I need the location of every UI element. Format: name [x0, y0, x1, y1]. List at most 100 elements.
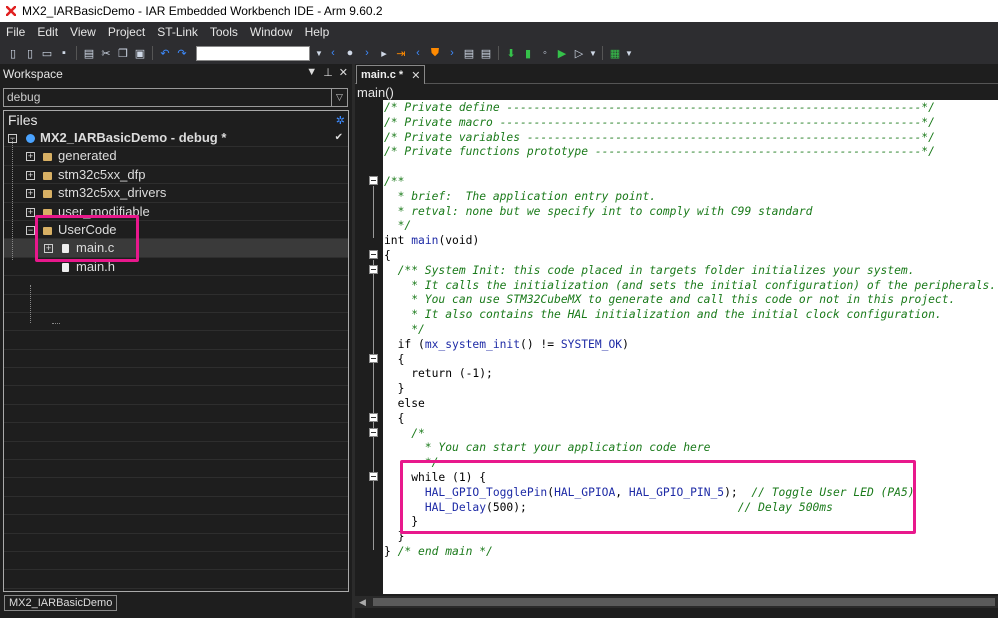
toolbar-overflow-icon[interactable]: ▼ [589, 46, 597, 60]
combo-dropdown-icon[interactable]: ▼ [315, 46, 323, 60]
code-editor[interactable]: /* Private define ----------------------… [355, 100, 998, 594]
undo-icon[interactable]: ↶ [158, 46, 172, 60]
tab-main-c[interactable]: main.c * ✕ [356, 65, 426, 84]
code-line[interactable]: } [384, 515, 998, 530]
code-line[interactable]: * brief: The application entry point. [384, 190, 998, 205]
copy-icon[interactable]: ❐ [116, 46, 130, 60]
code-line[interactable]: */ [384, 456, 998, 471]
code-line[interactable]: * It also contains the HAL initializatio… [384, 308, 998, 323]
horizontal-scrollbar[interactable]: ◀ [355, 596, 998, 608]
code-text[interactable]: /* Private define ----------------------… [384, 101, 998, 560]
code-line[interactable]: { [384, 412, 998, 427]
code-line[interactable]: } [384, 530, 998, 545]
code-line[interactable]: /* Private define ----------------------… [384, 101, 998, 116]
fold-toggle-icon[interactable] [369, 472, 378, 481]
cut-icon[interactable]: ✂ [99, 46, 113, 60]
code-line[interactable]: * retval: none but we specify int to com… [384, 205, 998, 220]
menu-st-link[interactable]: ST-Link [151, 22, 204, 42]
gear-icon[interactable]: ✲ [336, 112, 345, 130]
open-icon[interactable]: ▭ [40, 46, 54, 60]
tree-item-main-c[interactable]: + main.c [4, 239, 348, 258]
navigate-forward-2-icon[interactable]: › [445, 46, 459, 60]
fold-toggle-icon[interactable] [369, 428, 378, 437]
tree-item-usercode[interactable]: − UserCode [4, 221, 348, 240]
code-line[interactable]: /* [384, 427, 998, 442]
redo-icon[interactable]: ↷ [175, 46, 189, 60]
scroll-left-icon[interactable]: ◀ [359, 596, 366, 608]
tree-item-generated[interactable]: + generated [4, 147, 348, 166]
toolbar-overflow-2-icon[interactable]: ▼ [625, 46, 633, 60]
navigate-forward-icon[interactable]: › [360, 46, 374, 60]
code-line[interactable]: HAL_Delay(500); // Delay 500ms [384, 501, 998, 516]
code-line[interactable]: { [384, 353, 998, 368]
go-to-icon[interactable]: ⇥ [394, 46, 408, 60]
menu-tools[interactable]: Tools [204, 22, 244, 42]
download-debug-icon[interactable]: ▶ [555, 46, 569, 60]
code-line[interactable]: * It calls the initialization (and sets … [384, 279, 998, 294]
code-line[interactable]: /** System Init: this code placed in tar… [384, 264, 998, 279]
code-line[interactable]: /** [384, 175, 998, 190]
code-line[interactable]: return (-1); [384, 367, 998, 382]
find-in-files-icon[interactable]: ▸ [377, 46, 391, 60]
code-line[interactable]: HAL_GPIO_TogglePin(HAL_GPIOA, HAL_GPIO_P… [384, 486, 998, 501]
tree-item-stm32c5xx-drivers[interactable]: + stm32c5xx_drivers [4, 184, 348, 203]
expand-icon[interactable]: + [26, 170, 35, 180]
debug-without-download-icon[interactable]: ▷ [572, 46, 586, 60]
pin-icon[interactable]: ⊥ [323, 66, 333, 79]
collapse-icon[interactable]: − [26, 225, 35, 235]
menu-project[interactable]: Project [102, 22, 151, 42]
expand-icon[interactable]: + [26, 207, 35, 217]
code-line[interactable]: */ [384, 323, 998, 338]
scrollbar-thumb[interactable] [373, 598, 995, 606]
compile-icon[interactable]: ▤ [462, 46, 476, 60]
code-line[interactable]: } /* end main */ [384, 545, 998, 560]
tree-item-user-modifiable[interactable]: + user_modifiable [4, 203, 348, 221]
save-icon[interactable]: ▪ [57, 46, 71, 60]
chevron-down-icon[interactable]: ▽ [331, 89, 347, 106]
menu-view[interactable]: View [64, 22, 102, 42]
expand-icon[interactable]: + [44, 244, 53, 254]
code-line[interactable]: if (mx_system_init() != SYSTEM_OK) [384, 338, 998, 353]
stop-build-icon[interactable]: ▮ [521, 46, 535, 60]
expand-icon[interactable]: + [26, 189, 35, 199]
close-icon[interactable]: ✕ [339, 66, 348, 79]
download-icon[interactable]: ⬇ [504, 46, 518, 60]
code-line[interactable]: else [384, 397, 998, 412]
panel-menu-icon[interactable]: ▼ [306, 66, 317, 79]
paste-icon[interactable]: ▣ [133, 46, 147, 60]
menu-window[interactable]: Window [244, 22, 299, 42]
code-line[interactable]: int main(void) [384, 234, 998, 249]
code-line[interactable]: * You can use STM32CubeMX to generate an… [384, 293, 998, 308]
code-line[interactable]: /* Private variables -------------------… [384, 131, 998, 146]
menu-file[interactable]: File [0, 22, 31, 42]
tree-item-stm32c5xx-dfp[interactable]: + stm32c5xx_dfp [4, 166, 348, 185]
fold-toggle-icon[interactable] [369, 265, 378, 274]
menu-edit[interactable]: Edit [31, 22, 64, 42]
editor-gutter[interactable] [355, 100, 383, 594]
configuration-select[interactable]: debug ▽ [3, 88, 348, 107]
print-icon[interactable]: ▤ [82, 46, 96, 60]
fold-toggle-icon[interactable] [369, 176, 378, 185]
function-navigator[interactable]: main() [355, 85, 998, 100]
code-line[interactable] [384, 160, 998, 175]
tree-item-project[interactable]: − MX2_IARBasicDemo - debug * ✔ [4, 129, 348, 148]
tree-item-main-h[interactable]: main.h [4, 258, 348, 277]
fold-toggle-icon[interactable] [369, 354, 378, 363]
code-line[interactable]: */ [384, 219, 998, 234]
new-file-icon[interactable]: ▯ [6, 46, 20, 60]
expand-icon[interactable]: + [26, 152, 35, 162]
shield-icon[interactable]: ⛊ [428, 46, 442, 60]
code-line[interactable]: /* Private functions prototype ---------… [384, 145, 998, 160]
workspace-tab[interactable]: MX2_IARBasicDemo [4, 595, 118, 611]
new-doc-icon[interactable]: ▯ [23, 46, 37, 60]
navigate-back-icon[interactable]: ‹ [326, 46, 340, 60]
fold-toggle-icon[interactable] [369, 413, 378, 422]
fold-toggle-icon[interactable] [369, 250, 378, 259]
bookmark-icon[interactable]: ● [343, 46, 357, 60]
close-tab-icon[interactable]: ✕ [411, 69, 420, 82]
make-icon[interactable]: ▤ [479, 46, 493, 60]
menu-help[interactable]: Help [299, 22, 336, 42]
find-combo-input[interactable] [196, 45, 310, 61]
code-line[interactable]: while (1) { [384, 471, 998, 486]
st-link-icon[interactable]: ▦ [608, 46, 622, 60]
